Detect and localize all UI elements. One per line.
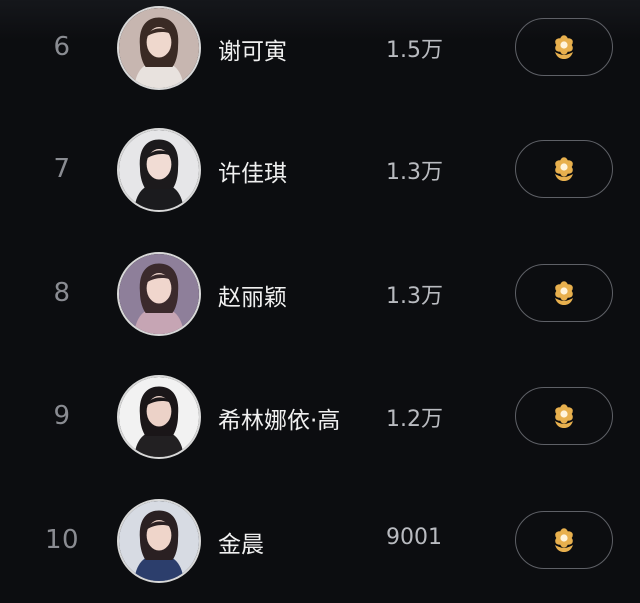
- rank-number: 9: [53, 401, 71, 431]
- flower-icon: [555, 281, 573, 305]
- flower-count: 9001: [386, 525, 442, 550]
- rank-number: 7: [53, 154, 71, 184]
- user-name[interactable]: 许佳琪: [218, 154, 287, 188]
- flower-icon: [555, 404, 573, 428]
- list-item[interactable]: 6 谢可寅 1.5万: [0, 0, 640, 110]
- user-name[interactable]: 赵丽颖: [218, 278, 287, 312]
- list-item[interactable]: 8 赵丽颖 1.3万: [0, 232, 640, 356]
- list-item[interactable]: 10 金晨 9001: [0, 479, 640, 603]
- rank-number: 6: [53, 32, 71, 62]
- send-flower-button[interactable]: [515, 264, 613, 322]
- avatar[interactable]: [117, 499, 201, 583]
- avatar[interactable]: [117, 128, 201, 212]
- rank-number: 10: [44, 525, 80, 555]
- avatar[interactable]: [117, 375, 201, 459]
- flower-count: 1.2万: [386, 407, 443, 432]
- avatar[interactable]: [117, 6, 201, 90]
- flower-count: 1.3万: [386, 160, 443, 185]
- flower-count: 1.5万: [386, 38, 443, 63]
- list-item[interactable]: 7 许佳琪 1.3万: [0, 108, 640, 232]
- list-item[interactable]: 9 希林娜依·高 1.2万: [0, 355, 640, 479]
- send-flower-button[interactable]: [515, 18, 613, 76]
- flower-count: 1.3万: [386, 284, 443, 309]
- user-name[interactable]: 希林娜依·高: [218, 401, 340, 435]
- user-name[interactable]: 金晨: [218, 525, 264, 559]
- send-flower-button[interactable]: [515, 140, 613, 198]
- send-flower-button[interactable]: [515, 387, 613, 445]
- flower-icon: [555, 157, 573, 181]
- avatar[interactable]: [117, 252, 201, 336]
- flower-icon: [555, 528, 573, 552]
- send-flower-button[interactable]: [515, 511, 613, 569]
- rank-number: 8: [53, 278, 71, 308]
- flower-icon: [555, 35, 573, 59]
- user-name[interactable]: 谢可寅: [218, 32, 287, 66]
